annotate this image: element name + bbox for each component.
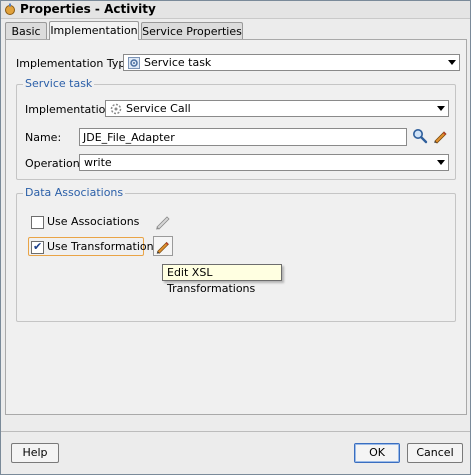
help-button[interactable]: Help [11,443,59,463]
implementation-type-value: Service task [144,56,212,69]
data-associations-group: Data Associations Use Associations ✔ Use… [16,186,456,322]
service-task-legend: Service task [23,77,95,90]
service-task-group: Service task Implementation: Service Cal… [16,77,456,180]
implementation-type-label: Implementation Type: [16,57,136,70]
edit-xsl-tooltip: Edit XSL Transformations [162,264,282,295]
gear-icon [128,57,140,69]
implementation-value: Service Call [126,102,191,115]
use-associations-label[interactable]: Use Associations [47,215,139,228]
implementation-type-select[interactable]: Service task [123,54,460,71]
ok-button[interactable]: OK [354,443,400,463]
use-transformations-checkbox[interactable]: ✔ [31,240,44,254]
name-field[interactable]: JDE_File_Adapter [79,128,407,146]
name-value: JDE_File_Adapter [83,131,175,144]
operation-label: Operation: [25,157,84,170]
tooltip-text: Edit XSL Transformations [167,266,256,295]
cancel-button[interactable]: Cancel [407,443,463,463]
data-associations-legend: Data Associations [23,186,126,199]
tab-label: Implementation [50,24,138,37]
tab-label: Basic [11,25,41,38]
properties-dialog: Properties - Activity Basic Implementati… [0,0,471,475]
ok-button-label: OK [369,446,385,459]
chevron-down-icon [437,160,445,165]
implementation-label: Implementation: [25,103,117,116]
footer-divider [1,431,470,432]
window-title: Properties - Activity [20,2,156,16]
gear-icon [110,103,122,115]
implementation-select[interactable]: Service Call [105,100,449,117]
tab-basic[interactable]: Basic [5,22,47,40]
checkmark-icon: ✔ [33,240,43,253]
help-button-label: Help [22,446,48,459]
tab-implementation[interactable]: Implementation [49,21,139,40]
implementation-panel: Implementation Type: Service task Servic… [5,39,467,415]
name-label: Name: [25,131,62,144]
tab-service-properties[interactable]: Service Properties [141,22,243,40]
chevron-down-icon [448,60,456,65]
use-associations-checkbox[interactable] [31,216,44,229]
edit-pencil-icon[interactable] [432,128,448,144]
tab-label: Service Properties [142,25,242,38]
edit-associations-icon[interactable] [153,211,173,231]
operation-select[interactable]: write [79,154,449,171]
operation-value: write [84,156,112,169]
search-icon[interactable] [412,128,428,144]
pencil-icon [156,241,169,254]
edit-transformations-button[interactable] [153,236,173,256]
title-bar[interactable]: Properties - Activity [1,1,470,19]
app-icon [4,3,16,15]
use-transformations-label[interactable]: Use Transformations [47,240,159,253]
cancel-button-label: Cancel [416,446,454,459]
chevron-down-icon [437,106,445,111]
